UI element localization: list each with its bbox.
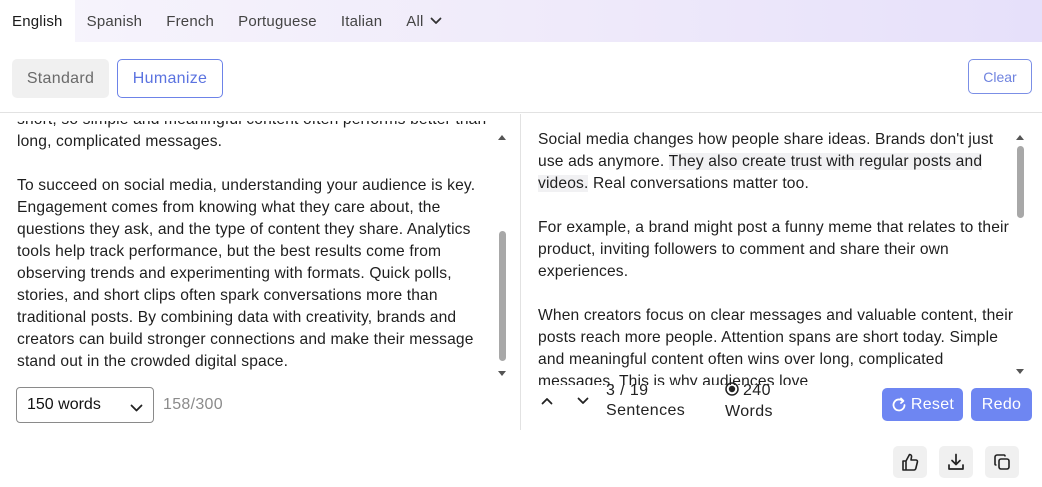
word-limit-value: 150 words xyxy=(27,396,101,413)
download-button[interactable] xyxy=(939,446,973,478)
word-counter: 240 Words xyxy=(725,381,773,422)
copy-icon xyxy=(994,454,1010,470)
tab-label: French xyxy=(166,12,215,30)
scroll-up-icon[interactable] xyxy=(496,132,508,142)
clear-button[interactable]: Clear xyxy=(968,59,1032,94)
output-paragraph: When creators focus on clear messages an… xyxy=(538,307,1014,385)
tab-english[interactable]: English xyxy=(0,0,75,42)
tab-all[interactable]: All xyxy=(394,0,453,42)
language-tabs: English Spanish French Portuguese Italia… xyxy=(0,0,1042,42)
scroll-thumb[interactable] xyxy=(499,231,506,361)
tab-label: Italian xyxy=(340,12,383,30)
output-paragraph: For example, a brand might post a funny … xyxy=(538,219,1010,280)
mode-toolbar: Standard Humanize Clear xyxy=(0,42,1042,113)
character-count: 158/300 xyxy=(163,396,223,413)
download-icon xyxy=(948,453,964,470)
input-scrollbar[interactable] xyxy=(496,132,508,380)
input-paragraph: To succeed on social media, understandin… xyxy=(17,177,476,370)
previous-sentence-button[interactable] xyxy=(538,392,556,410)
refresh-icon xyxy=(892,397,906,411)
output-paragraph: Social media changes how people share id… xyxy=(538,129,1018,195)
next-sentence-button[interactable] xyxy=(574,392,592,410)
sentence-count: 3 / 19 xyxy=(606,382,649,399)
tab-portuguese[interactable]: Portuguese xyxy=(226,0,329,42)
tab-label: All xyxy=(406,12,424,30)
sentence-counter: 3 / 19 Sentences xyxy=(606,381,685,421)
input-paragraph: short, so simple and meaningful content … xyxy=(17,121,486,150)
humanize-mode-button[interactable]: Humanize xyxy=(117,59,223,98)
output-scrollbar[interactable] xyxy=(1014,132,1026,376)
reset-label: Reset xyxy=(910,395,955,413)
tab-label: Portuguese xyxy=(238,12,317,30)
radio-selected-icon[interactable] xyxy=(725,382,739,402)
scroll-thumb[interactable] xyxy=(1017,146,1024,218)
tab-french[interactable]: French xyxy=(154,0,226,42)
output-text: Social media changes how people share id… xyxy=(538,129,1018,385)
word-count: 240 xyxy=(743,382,771,399)
tab-spanish[interactable]: Spanish xyxy=(75,0,155,42)
standard-mode-button[interactable]: Standard xyxy=(12,59,109,98)
word-limit-select[interactable]: 150 words xyxy=(16,387,154,423)
output-sentence: Real conversations matter too. xyxy=(592,175,809,192)
input-pane: short, so simple and meaningful content … xyxy=(0,114,521,430)
copy-button[interactable] xyxy=(985,446,1019,478)
output-pane: Social media changes how people share id… xyxy=(522,114,1042,430)
sentence-label: Sentences xyxy=(606,402,686,419)
tab-italian[interactable]: Italian xyxy=(329,0,394,42)
thumbs-up-icon xyxy=(902,453,919,471)
scroll-down-icon[interactable] xyxy=(496,368,508,378)
redo-button[interactable]: Redo xyxy=(971,388,1032,421)
word-label: Words xyxy=(725,403,773,420)
input-textarea[interactable]: short, so simple and meaningful content … xyxy=(17,121,495,385)
scroll-up-icon[interactable] xyxy=(1014,132,1026,142)
scroll-down-icon[interactable] xyxy=(1014,366,1026,376)
chevron-up-icon xyxy=(541,398,553,405)
reset-button[interactable]: Reset xyxy=(882,388,963,421)
tab-label: English xyxy=(12,12,63,30)
chevron-down-icon xyxy=(130,400,143,418)
chevron-down-icon xyxy=(430,17,442,25)
tab-label: Spanish xyxy=(86,12,143,30)
chevron-down-icon xyxy=(577,397,589,404)
like-button[interactable] xyxy=(893,446,927,478)
